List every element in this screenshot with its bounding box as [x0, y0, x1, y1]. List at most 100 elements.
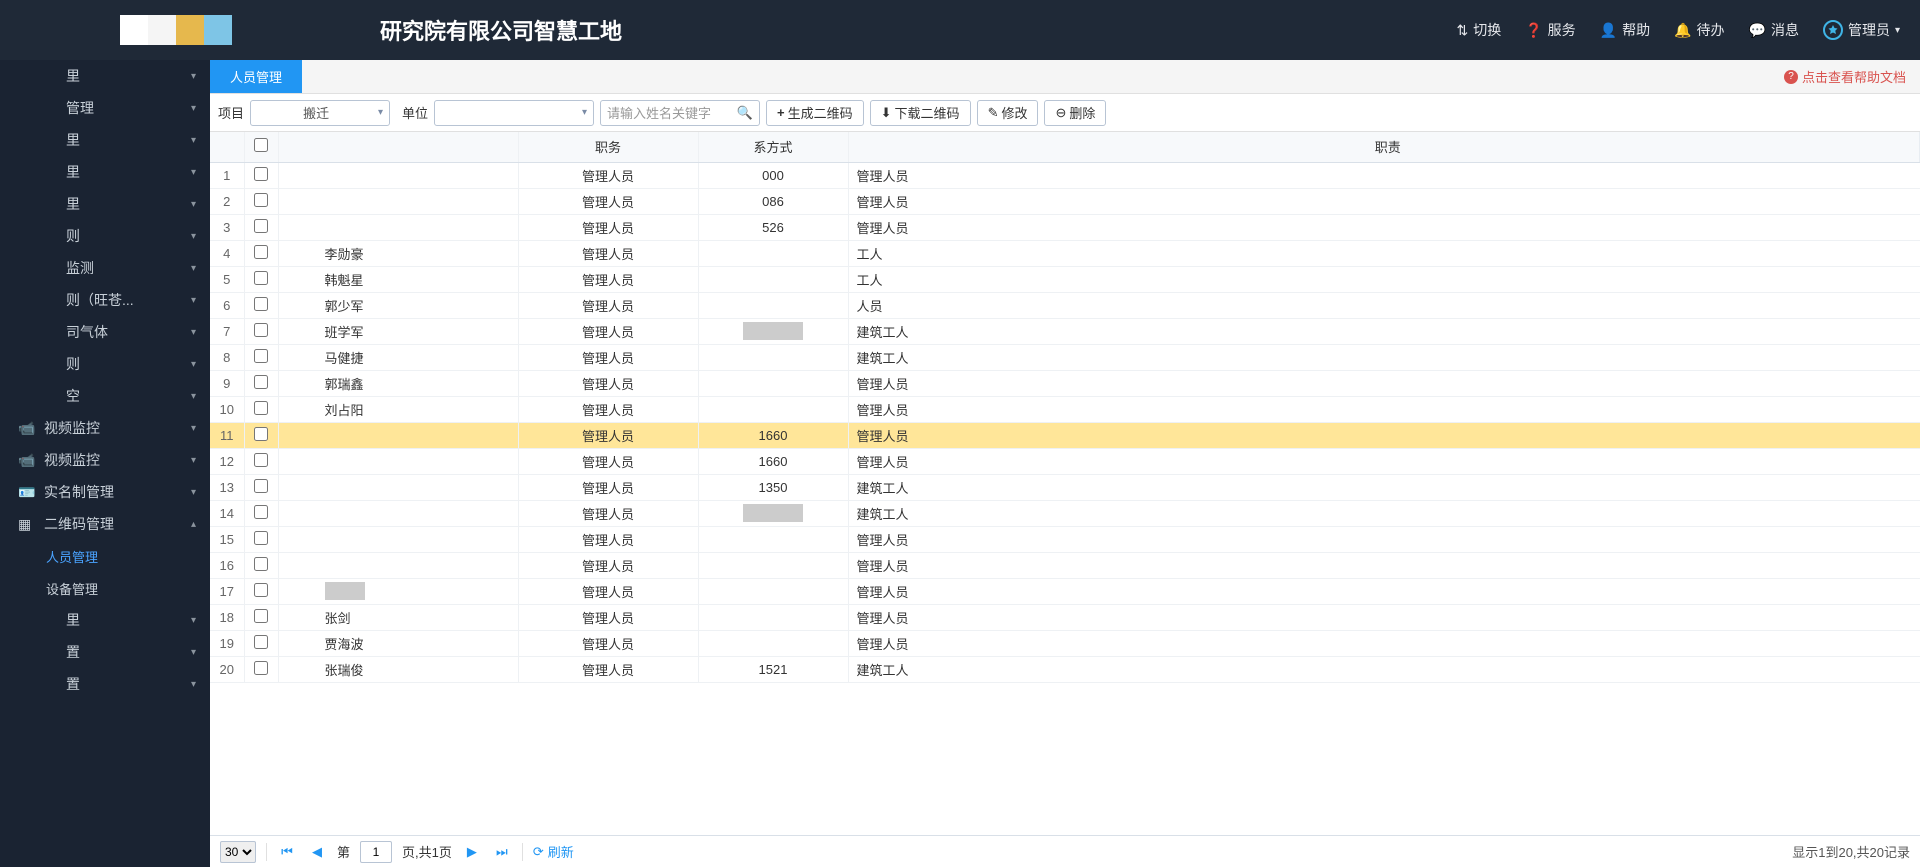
table-row[interactable]: 9郭瑞鑫管理人员管理人员 — [210, 370, 1920, 396]
row-checkbox[interactable] — [254, 193, 268, 207]
row-checkbox[interactable] — [254, 479, 268, 493]
row-checkbox[interactable] — [254, 245, 268, 259]
col-contact[interactable]: 系方式 — [698, 132, 848, 162]
sidebar-item-14[interactable]: ▦二维码管理▴ — [0, 508, 210, 540]
col-duty[interactable]: 职责 — [848, 132, 1920, 162]
row-checkbox[interactable] — [254, 349, 268, 363]
sidebar-item-12[interactable]: 📹视频监控▾ — [0, 444, 210, 476]
refresh-button[interactable]: ⟳ 刷新 — [533, 842, 574, 861]
table-row[interactable]: 10刘占阳管理人员管理人员 — [210, 396, 1920, 422]
row-checkbox[interactable] — [254, 297, 268, 311]
sidebar-item-15[interactable]: 里▾ — [0, 604, 210, 636]
row-checkbox[interactable] — [254, 505, 268, 519]
help-doc-link[interactable]: ? 点击查看帮助文档 — [1770, 60, 1920, 93]
tab-personnel[interactable]: 人员管理 — [210, 60, 302, 93]
sidebar-item-17[interactable]: 置▾ — [0, 668, 210, 700]
sidebar-item-11[interactable]: 📹视频监控▾ — [0, 412, 210, 444]
switch-button[interactable]: ⇅ 切换 — [1456, 20, 1501, 40]
table-row[interactable]: 13管理人员1350建筑工人 — [210, 474, 1920, 500]
page-number-input[interactable] — [360, 841, 392, 863]
table-row[interactable]: 12管理人员1660管理人员 — [210, 448, 1920, 474]
row-checkbox[interactable] — [254, 401, 268, 415]
cell-duty: 管理人员 — [848, 370, 1920, 396]
row-checkbox[interactable] — [254, 531, 268, 545]
sidebar-item-13[interactable]: 🪪实名制管理▾ — [0, 476, 210, 508]
cell-rownum: 7 — [210, 318, 244, 344]
project-label: 项目 — [218, 103, 244, 122]
delete-button[interactable]: ⊖删除 — [1044, 100, 1106, 126]
last-page-button[interactable]: ⏭ — [492, 842, 512, 862]
row-checkbox[interactable] — [254, 661, 268, 675]
next-page-button[interactable]: ▶ — [462, 842, 482, 862]
search-icon[interactable]: 🔍 — [737, 105, 753, 121]
table-row[interactable]: 15管理人员管理人员 — [210, 526, 1920, 552]
table-row[interactable]: 14管理人员建筑工人 — [210, 500, 1920, 526]
admin-label: 管理员 — [1848, 20, 1890, 40]
sidebar-item-8[interactable]: 司气体▾ — [0, 316, 210, 348]
row-checkbox[interactable] — [254, 583, 268, 597]
sidebar-item-label: 司气体 — [18, 322, 108, 342]
chevron-down-icon: ▾ — [191, 71, 196, 82]
row-checkbox[interactable] — [254, 219, 268, 233]
row-checkbox[interactable] — [254, 427, 268, 441]
table-row[interactable]: 2管理人员086管理人员 — [210, 188, 1920, 214]
select-all-checkbox[interactable] — [254, 138, 268, 152]
edit-button[interactable]: ✎修改 — [977, 100, 1039, 126]
search-input[interactable]: 请输入姓名关键字 🔍 — [600, 100, 760, 126]
sidebar-item-4[interactable]: 里▾ — [0, 188, 210, 220]
generate-qr-label: 生成二维码 — [788, 103, 853, 122]
cell-contact — [698, 396, 848, 422]
table-row[interactable]: 20张瑞俊管理人员1521建筑工人 — [210, 656, 1920, 682]
table-row[interactable]: 4李勋豪管理人员工人 — [210, 240, 1920, 266]
sidebar-item-label: 里 — [18, 162, 80, 182]
row-checkbox[interactable] — [254, 375, 268, 389]
sidebar-item-9[interactable]: 则▾ — [0, 348, 210, 380]
help-button[interactable]: 👤 帮助 — [1600, 20, 1650, 40]
sidebar-item-7[interactable]: 则（旺苍...▾ — [0, 284, 210, 316]
table-row[interactable]: 16管理人员管理人员 — [210, 552, 1920, 578]
prev-page-button[interactable]: ◀ — [307, 842, 327, 862]
sidebar-item-6[interactable]: 监测▾ — [0, 252, 210, 284]
row-checkbox[interactable] — [254, 323, 268, 337]
table-row[interactable]: 6郭少军管理人员人员 — [210, 292, 1920, 318]
message-button[interactable]: 💬 消息 — [1749, 20, 1799, 40]
admin-menu[interactable]: 管理员 ▾ — [1823, 20, 1900, 40]
sidebar-item-16[interactable]: 置▾ — [0, 636, 210, 668]
table-row[interactable]: 18张剑管理人员管理人员 — [210, 604, 1920, 630]
download-qr-button[interactable]: ⬇下载二维码 — [870, 100, 971, 126]
table-row[interactable]: 1管理人员000管理人员 — [210, 162, 1920, 188]
cell-duty: 管理人员 — [848, 604, 1920, 630]
sidebar-item-2[interactable]: 里▾ — [0, 124, 210, 156]
col-job[interactable]: 职务 — [518, 132, 698, 162]
unit-select[interactable]: ▾ — [434, 100, 594, 126]
service-button[interactable]: ❓ 服务 — [1525, 20, 1575, 40]
table-row[interactable]: 3管理人员526管理人员 — [210, 214, 1920, 240]
row-checkbox[interactable] — [254, 609, 268, 623]
generate-qr-button[interactable]: +生成二维码 — [766, 100, 864, 126]
table-row[interactable]: 8马健捷管理人员建筑工人 — [210, 344, 1920, 370]
sidebar-item-3[interactable]: 里▾ — [0, 156, 210, 188]
sidebar-item-5[interactable]: 则▾ — [0, 220, 210, 252]
sidebar-item-1[interactable]: 管理▾ — [0, 92, 210, 124]
project-select[interactable]: 搬迁 ▾ — [250, 100, 390, 126]
sidebar-item-10[interactable]: 空▾ — [0, 380, 210, 412]
todo-button[interactable]: 🔔 待办 — [1674, 20, 1724, 40]
table-row[interactable]: 7班学军管理人员建筑工人 — [210, 318, 1920, 344]
row-checkbox[interactable] — [254, 557, 268, 571]
cell-contact — [698, 578, 848, 604]
table-row[interactable]: 19贾海波管理人员管理人员 — [210, 630, 1920, 656]
row-checkbox[interactable] — [254, 167, 268, 181]
table-row[interactable]: 11管理人员1660管理人员 — [210, 422, 1920, 448]
cell-rownum: 13 — [210, 474, 244, 500]
row-checkbox[interactable] — [254, 453, 268, 467]
row-checkbox[interactable] — [254, 271, 268, 285]
sidebar-item-0[interactable]: 里▾ — [0, 60, 210, 92]
sidebar-subitem-14-0[interactable]: 人员管理 — [0, 540, 210, 572]
table-row[interactable]: 17管理人员管理人员 — [210, 578, 1920, 604]
row-checkbox[interactable] — [254, 635, 268, 649]
chevron-down-icon: ▾ — [191, 391, 196, 402]
first-page-button[interactable]: ⏮ — [277, 842, 297, 862]
page-size-select[interactable]: 30 — [220, 841, 256, 863]
sidebar-subitem-14-1[interactable]: 设备管理 — [0, 572, 210, 604]
table-row[interactable]: 5韩魁星管理人员工人 — [210, 266, 1920, 292]
